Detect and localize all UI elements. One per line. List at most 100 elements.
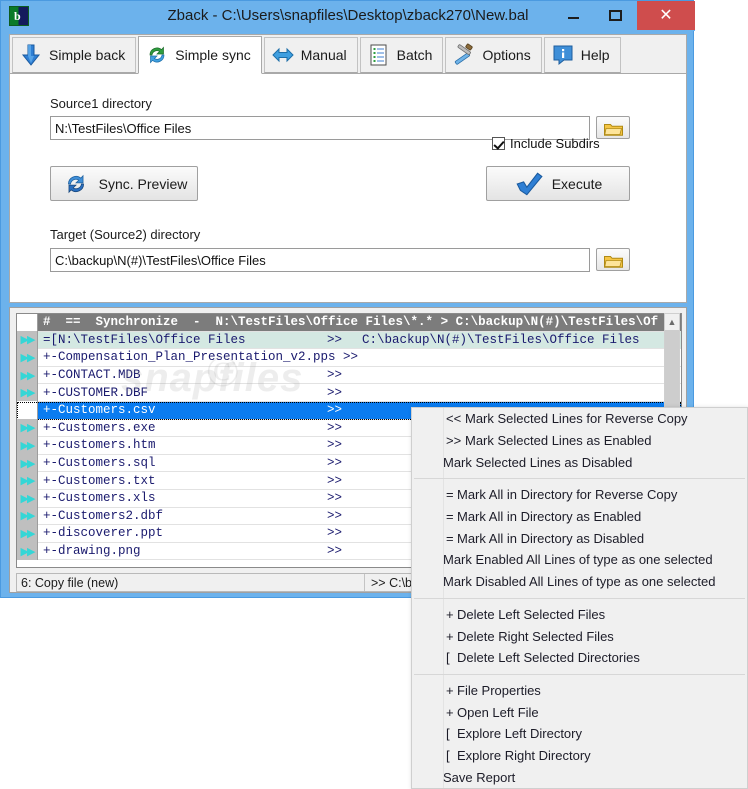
row-name: +-Customers.exe: [43, 420, 156, 435]
context-menu-item-prefix: +: [446, 682, 454, 698]
tab-manual[interactable]: Manual: [263, 37, 358, 73]
context-menu-item-label: Mark All in Directory as Disabled: [457, 530, 645, 546]
tab-help[interactable]: Help: [543, 37, 621, 73]
row-direction: >>: [327, 491, 343, 506]
context-menu-item[interactable]: + Delete Right Selected Files: [412, 625, 747, 647]
close-icon: ✕: [659, 7, 673, 24]
row-direction: >>: [327, 508, 343, 523]
context-menu-item-label: Mark All in Directory for Reverse Copy: [457, 487, 678, 503]
list-row[interactable]: # == Synchronize - N:\TestFiles\Office F…: [17, 314, 681, 332]
context-menu-item[interactable]: << Mark Selected Lines for Reverse Copy: [412, 408, 747, 430]
target-input[interactable]: [50, 248, 590, 272]
chevron-up-icon[interactable]: ▲: [665, 314, 679, 330]
context-menu-item[interactable]: = Mark All in Directory as Enabled: [412, 506, 747, 528]
target-browse-button[interactable]: [596, 248, 630, 271]
title-bar: b Zback - C:\Users\snapfiles\Desktop\zba…: [1, 1, 695, 31]
list-row[interactable]: ▶▶ +-CUSTOMER.DBF >>: [17, 383, 681, 402]
context-menu-item-label: Mark Selected Lines as Enabled: [465, 433, 652, 449]
tab-label: Help: [580, 47, 610, 63]
context-menu-item-label: Save Report: [443, 769, 516, 785]
tab-label: Simple back: [49, 47, 126, 63]
context-menu-item[interactable]: >> Mark Selected Lines as Enabled: [412, 430, 747, 452]
context-menu-item-label: Mark Selected Lines as Disabled: [443, 454, 633, 470]
context-menu-item[interactable]: [Delete Left Selected Directories: [412, 647, 747, 669]
row-gutter: [17, 401, 38, 420]
checkbox-check-icon: [492, 137, 505, 150]
row-direction: >>: [327, 385, 343, 400]
row-name: +-Customers2.dbf: [43, 508, 164, 523]
tab-simple-sync[interactable]: Simple sync: [138, 36, 262, 74]
context-menu-item[interactable]: Mark Selected Lines as Disabled: [412, 451, 747, 473]
execute-button[interactable]: Execute: [486, 166, 630, 201]
context-menu-item-label: Delete Left Selected Directories: [457, 650, 640, 666]
minimize-button[interactable]: [553, 1, 595, 30]
context-menu-item-prefix: +: [446, 628, 454, 644]
context-menu-item-prefix: [: [446, 726, 450, 742]
source1-label: Source1 directory: [50, 96, 152, 111]
include-subdirs-checkbox[interactable]: Include Subdirs: [492, 136, 600, 151]
row-name: +-Compensation_Plan_Presentation_v2.pps …: [43, 350, 359, 365]
tab-simple-back[interactable]: Simple back: [12, 37, 137, 73]
context-menu-item[interactable]: Save Report: [412, 766, 747, 788]
fast-forward-icon: ▶▶: [17, 507, 38, 525]
row-name: # == Synchronize - N:\TestFiles\Office F…: [43, 315, 659, 330]
list-row[interactable]: ▶▶ =[N:\TestFiles\Office Files >> C:\backup…: [17, 331, 681, 350]
context-menu: << Mark Selected Lines for Reverse Copy >>…: [411, 407, 748, 789]
row-direction: >>: [327, 332, 343, 347]
context-menu-item-label: Mark Selected Lines for Reverse Copy: [465, 411, 688, 427]
row-name: +-Customers.txt: [43, 473, 156, 488]
tab-options[interactable]: Options: [445, 37, 542, 73]
row-name: =[N:\TestFiles\Office Files: [43, 332, 246, 347]
close-button[interactable]: ✕: [637, 1, 695, 30]
minimize-icon: [568, 17, 579, 19]
row-name: +-customers.htm: [43, 438, 156, 453]
list-row[interactable]: ▶▶ +-CONTACT.MDB >>: [17, 366, 681, 385]
list-row[interactable]: ▶▶ +-Compensation_Plan_Presentation_v2.pp…: [17, 348, 681, 367]
context-menu-item-prefix: <<: [446, 411, 462, 427]
maximize-button[interactable]: [595, 1, 637, 30]
row-name: +-Customers.xls: [43, 491, 156, 506]
context-menu-item[interactable]: + File Properties: [412, 680, 747, 702]
sync-refresh-icon: [61, 171, 91, 197]
context-menu-item-label: Delete Left Selected Files: [457, 606, 606, 622]
fast-forward-icon: ▶▶: [17, 454, 38, 472]
source1-browse-button[interactable]: [596, 116, 630, 139]
context-menu-item[interactable]: = Mark All in Directory for Reverse Copy: [412, 484, 747, 506]
context-menu-item-label: Mark All in Directory as Enabled: [457, 509, 642, 525]
maximize-icon: [609, 10, 622, 21]
sync-settings-panel: Source1 directory Include Subdirs: [9, 73, 687, 303]
tab-batch[interactable]: Batch: [359, 37, 444, 73]
row-direction: >>: [327, 403, 343, 418]
folder-icon: [604, 122, 623, 136]
fast-forward-icon: ▶▶: [17, 489, 38, 508]
folder-icon: [604, 254, 623, 268]
context-menu-item[interactable]: Mark Enabled All Lines of type as one se…: [412, 549, 747, 571]
context-menu-item[interactable]: + Delete Left Selected Files: [412, 604, 747, 626]
window-controls: ✕: [553, 1, 695, 30]
context-menu-separator: [414, 478, 745, 480]
left-right-arrow-icon: [271, 43, 295, 67]
row-direction: >>: [327, 544, 343, 559]
context-menu-item[interactable]: = Mark All in Directory as Disabled: [412, 527, 747, 549]
sync-refresh-icon: [145, 43, 169, 67]
fast-forward-icon: ▶▶: [17, 331, 38, 349]
status-left-text: 6: Copy file (new): [21, 575, 119, 590]
blue-checkmark-icon: [514, 171, 544, 197]
context-menu-item[interactable]: [ Explore Left Directory: [412, 723, 747, 745]
fast-forward-icon: ▶▶: [17, 348, 38, 367]
fast-forward-icon: ▶▶: [17, 383, 38, 402]
fast-forward-icon: ▶▶: [17, 419, 38, 437]
sync-preview-button[interactable]: Sync. Preview: [50, 166, 198, 201]
target-label: Target (Source2) directory: [50, 227, 201, 242]
row-name: +-drawing.png: [43, 544, 141, 559]
context-menu-item[interactable]: [Explore Right Directory: [412, 745, 747, 767]
context-menu-item-label: Explore Left Directory: [457, 726, 582, 742]
tab-label: Options: [482, 47, 531, 63]
tab-label: Batch: [396, 47, 433, 63]
row-direction: >>: [327, 420, 343, 435]
context-menu-item[interactable]: Mark Disabled All Lines of type as one s…: [412, 571, 747, 593]
include-subdirs-label: Include Subdirs: [510, 136, 600, 151]
document-list-icon: [367, 43, 391, 67]
context-menu-item[interactable]: + Open Left File: [412, 701, 747, 723]
context-menu-item-prefix: [: [446, 747, 450, 763]
